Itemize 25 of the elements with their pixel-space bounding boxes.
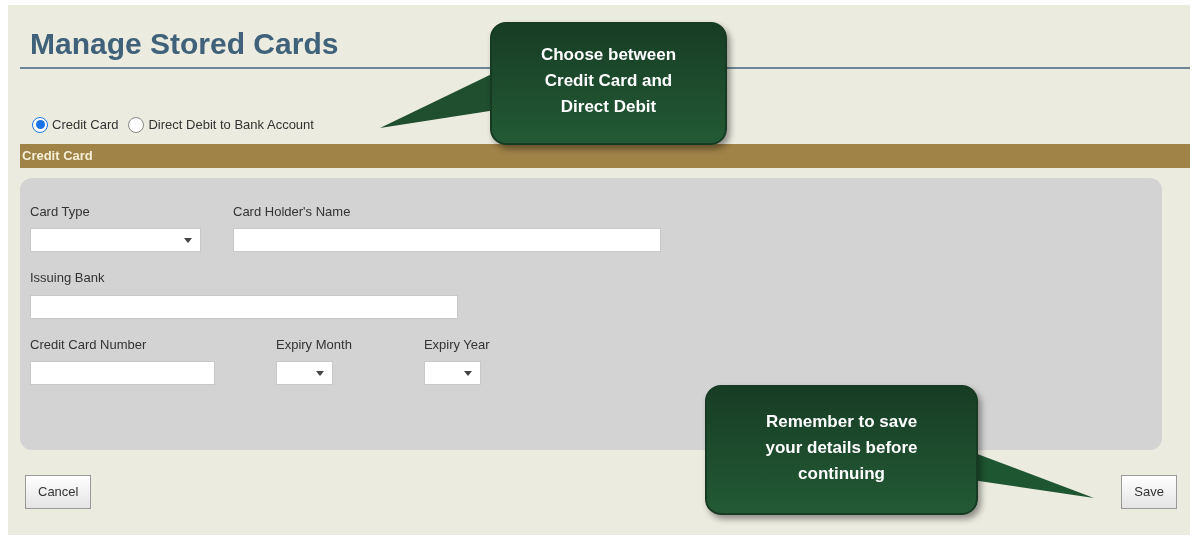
field-label: Issuing Bank xyxy=(30,269,106,287)
caret-icon xyxy=(463,370,472,376)
dropdown-field[interactable] xyxy=(30,228,201,252)
field-label: Credit Card Number xyxy=(30,335,148,354)
radio-button[interactable] xyxy=(32,116,48,133)
radio-option[interactable]: Credit Card xyxy=(32,115,119,135)
field-label: Expiry Year xyxy=(423,335,490,354)
dropdown-field[interactable] xyxy=(423,361,481,385)
page-title: Manage Stored Cards xyxy=(30,26,339,62)
save-button[interactable]: Save xyxy=(1121,474,1177,509)
callout: Remember to save your details before continuing xyxy=(705,385,978,515)
dropdown-field[interactable] xyxy=(276,361,333,385)
caret-icon xyxy=(184,237,192,243)
input-field[interactable] xyxy=(30,361,215,385)
field-label: Card Type xyxy=(30,202,91,221)
input-field[interactable] xyxy=(233,228,661,252)
radio-button[interactable] xyxy=(128,116,145,133)
section-header: Credit Card xyxy=(20,143,1190,168)
field-label: Expiry Month xyxy=(276,335,352,354)
field-label: Card Holder's Name xyxy=(233,202,352,221)
cancel-button[interactable]: Cancel xyxy=(25,474,92,509)
caret-icon xyxy=(316,370,324,376)
input-field[interactable] xyxy=(30,294,458,319)
radio-option[interactable]: Direct Debit to Bank Account xyxy=(128,115,314,135)
callout: Choose between Credit Card and Direct Debit xyxy=(490,22,727,145)
